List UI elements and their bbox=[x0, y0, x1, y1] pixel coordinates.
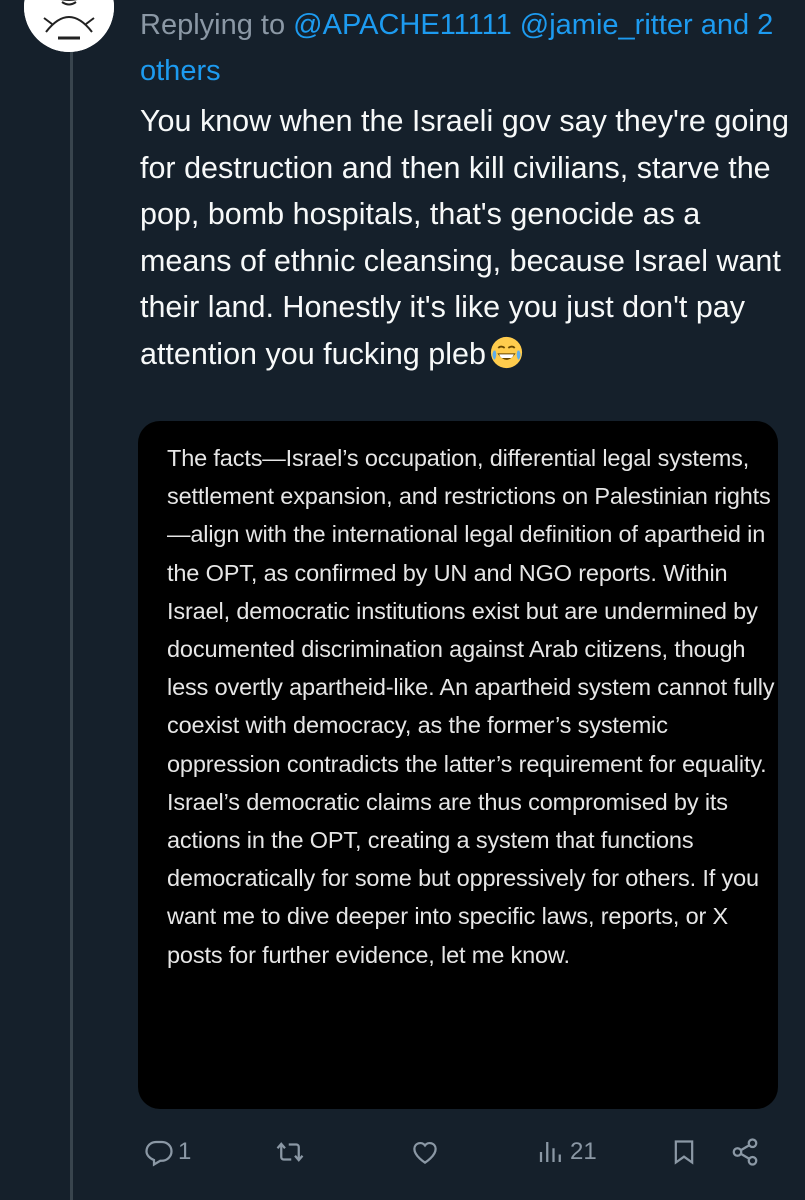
avatar[interactable] bbox=[24, 0, 114, 52]
reply-count: 1 bbox=[178, 1138, 192, 1165]
action-bar: 1 21 bbox=[138, 1130, 778, 1174]
tweet-text: You know when the Israeli gov say they'r… bbox=[140, 104, 798, 371]
media-text: The facts—Israel’s occupation, different… bbox=[167, 445, 775, 968]
tweet-text-block: You know when the Israeli gov say they'r… bbox=[140, 98, 790, 377]
avatar-image bbox=[24, 0, 114, 52]
bookmark-icon bbox=[674, 1140, 694, 1165]
mention-link[interactable]: @jamie_ritter bbox=[520, 9, 693, 41]
reply-context: Replying to @APACHE11111 @jamie_ritter a… bbox=[140, 2, 780, 94]
reply-icon bbox=[145, 1140, 173, 1167]
like-icon bbox=[413, 1141, 437, 1164]
retweet-icon bbox=[276, 1142, 304, 1162]
views-button[interactable]: 21 bbox=[536, 1130, 597, 1174]
share-icon bbox=[732, 1138, 758, 1166]
views-count: 21 bbox=[570, 1138, 597, 1165]
share-button[interactable] bbox=[730, 1130, 760, 1174]
views-icon bbox=[539, 1142, 561, 1162]
mention-link[interactable]: @APACHE11111 bbox=[293, 9, 512, 41]
replying-to-label: Replying to bbox=[140, 9, 286, 41]
like-button[interactable] bbox=[410, 1130, 440, 1174]
bookmark-button[interactable] bbox=[670, 1130, 698, 1174]
thread-line bbox=[70, 52, 73, 1200]
retweet-button[interactable] bbox=[274, 1130, 306, 1174]
media-image[interactable]: The facts—Israel’s occupation, different… bbox=[138, 421, 778, 1109]
laughing-emoji-icon bbox=[490, 336, 523, 369]
reply-button[interactable]: 1 bbox=[144, 1130, 191, 1174]
